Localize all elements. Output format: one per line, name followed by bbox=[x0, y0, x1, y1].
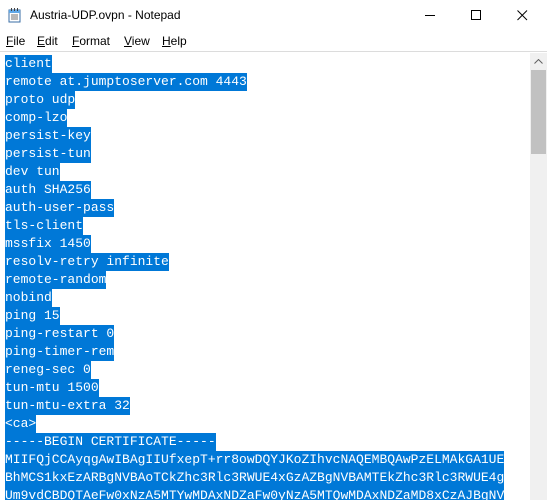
editor-line: ping-restart 0 bbox=[5, 325, 527, 343]
selected-text: -----BEGIN CERTIFICATE----- bbox=[5, 433, 216, 451]
menu-format-label: ormat bbox=[79, 34, 111, 48]
editor-line: reneg-sec 0 bbox=[5, 361, 527, 379]
selected-text: auth SHA256 bbox=[5, 181, 91, 199]
close-icon bbox=[517, 10, 528, 21]
selected-text: MIIFQjCCAyqgAwIBAgIIUfxepT+rr8owDQYJKoZI… bbox=[5, 451, 505, 469]
maximize-icon bbox=[471, 10, 481, 20]
editor-line: auth-user-pass bbox=[5, 199, 527, 217]
menu-file-label: ile bbox=[13, 34, 26, 48]
menu-view-accesskey: V bbox=[124, 34, 132, 48]
selected-text: proto udp bbox=[5, 91, 76, 109]
selected-text: <ca> bbox=[5, 415, 37, 433]
editor-line: <ca> bbox=[5, 415, 527, 433]
editor-line: persist-key bbox=[5, 127, 527, 145]
selected-text: tun-mtu-extra 32 bbox=[5, 397, 130, 415]
scroll-up-arrow-icon bbox=[534, 59, 543, 64]
selected-text: resolv-retry infinite bbox=[5, 253, 169, 271]
menu-view[interactable]: View bbox=[124, 34, 150, 48]
menu-view-label: iew bbox=[131, 34, 150, 48]
menu-bar: File Edit Format View Help bbox=[0, 31, 547, 51]
editor-line: mssfix 1450 bbox=[5, 235, 527, 253]
close-button[interactable] bbox=[500, 0, 546, 31]
selected-text: comp-lzo bbox=[5, 109, 68, 127]
editor-line: nobind bbox=[5, 289, 527, 307]
selected-text: ping-timer-rem bbox=[5, 343, 115, 361]
selected-text: reneg-sec 0 bbox=[5, 361, 91, 379]
editor-line: ping 15 bbox=[5, 307, 527, 325]
editor-line: resolv-retry infinite bbox=[5, 253, 527, 271]
minimize-icon bbox=[425, 15, 435, 16]
editor-line: remote at.jumptoserver.com 4443 bbox=[5, 73, 527, 91]
selected-text: tls-client bbox=[5, 217, 84, 235]
editor-line: remote-random bbox=[5, 271, 527, 289]
menu-help[interactable]: Help bbox=[162, 34, 187, 48]
notepad-icon bbox=[8, 8, 22, 23]
selected-text: remote-random bbox=[5, 271, 107, 289]
selected-text: nobind bbox=[5, 289, 52, 307]
selected-text: mssfix 1450 bbox=[5, 235, 91, 253]
editor-line: dev tun bbox=[5, 163, 527, 181]
editor-line: BhMCS1kxEzARBgNVBAoTCkZhc3Rlc3RWUE4xGzAZ… bbox=[5, 469, 527, 487]
text-editor[interactable]: client remote at.jumptoserver.com 4443 pro… bbox=[0, 51, 547, 500]
menu-file[interactable]: File bbox=[6, 34, 25, 48]
menu-help-accesskey: H bbox=[162, 34, 171, 48]
selected-text: persist-tun bbox=[5, 145, 91, 163]
selected-text: remote at.jumptoserver.com 4443 bbox=[5, 73, 247, 91]
selected-text: ping 15 bbox=[5, 307, 60, 325]
selected-text: tun-mtu 1500 bbox=[5, 379, 99, 397]
editor-line: ping-timer-rem bbox=[5, 343, 527, 361]
editor-line: auth SHA256 bbox=[5, 181, 527, 199]
vertical-scrollbar[interactable] bbox=[530, 53, 547, 500]
selected-text: persist-key bbox=[5, 127, 91, 145]
selected-text: BhMCS1kxEzARBgNVBAoTCkZhc3Rlc3RWUE4xGzAZ… bbox=[5, 469, 505, 487]
menu-edit[interactable]: Edit bbox=[37, 34, 58, 48]
menu-edit-label: dit bbox=[45, 34, 58, 48]
minimize-button[interactable] bbox=[408, 0, 454, 31]
scroll-up-button[interactable] bbox=[530, 53, 547, 70]
selected-text: client bbox=[5, 55, 52, 73]
selected-text: ping-restart 0 bbox=[5, 325, 115, 343]
maximize-button[interactable] bbox=[454, 0, 500, 31]
editor-line: tls-client bbox=[5, 217, 527, 235]
title-bar[interactable]: Austria-UDP.ovpn - Notepad bbox=[0, 0, 547, 31]
notepad-window: Austria-UDP.ovpn - Notepad File Edit For… bbox=[0, 0, 547, 500]
editor-line: comp-lzo bbox=[5, 109, 527, 127]
editor-line: tun-mtu-extra 32 bbox=[5, 397, 527, 415]
menu-edit-accesskey: E bbox=[37, 34, 46, 48]
selected-text: Um9vdCBDQTAeFw0xNzA5MTYwMDAxNDZaFw0yNzA5… bbox=[5, 487, 505, 500]
editor-line: -----BEGIN CERTIFICATE----- bbox=[5, 433, 527, 451]
editor-line: client bbox=[5, 55, 527, 73]
window-title: Austria-UDP.ovpn - Notepad bbox=[30, 8, 181, 22]
editor-line: tun-mtu 1500 bbox=[5, 379, 527, 397]
menu-help-label: elp bbox=[170, 34, 187, 48]
editor-line: persist-tun bbox=[5, 145, 527, 163]
editor-line: MIIFQjCCAyqgAwIBAgIIUfxepT+rr8owDQYJKoZI… bbox=[5, 451, 527, 469]
selected-text: dev tun bbox=[5, 163, 60, 181]
editor-line: Um9vdCBDQTAeFw0xNzA5MTYwMDAxNDZaFw0yNzA5… bbox=[5, 487, 527, 500]
editor-text-area[interactable]: client remote at.jumptoserver.com 4443 pro… bbox=[5, 55, 527, 500]
editor-line: proto udp bbox=[5, 91, 527, 109]
scroll-thumb[interactable] bbox=[531, 70, 546, 154]
menu-format[interactable]: Format bbox=[72, 34, 110, 48]
selected-text: auth-user-pass bbox=[5, 199, 115, 217]
